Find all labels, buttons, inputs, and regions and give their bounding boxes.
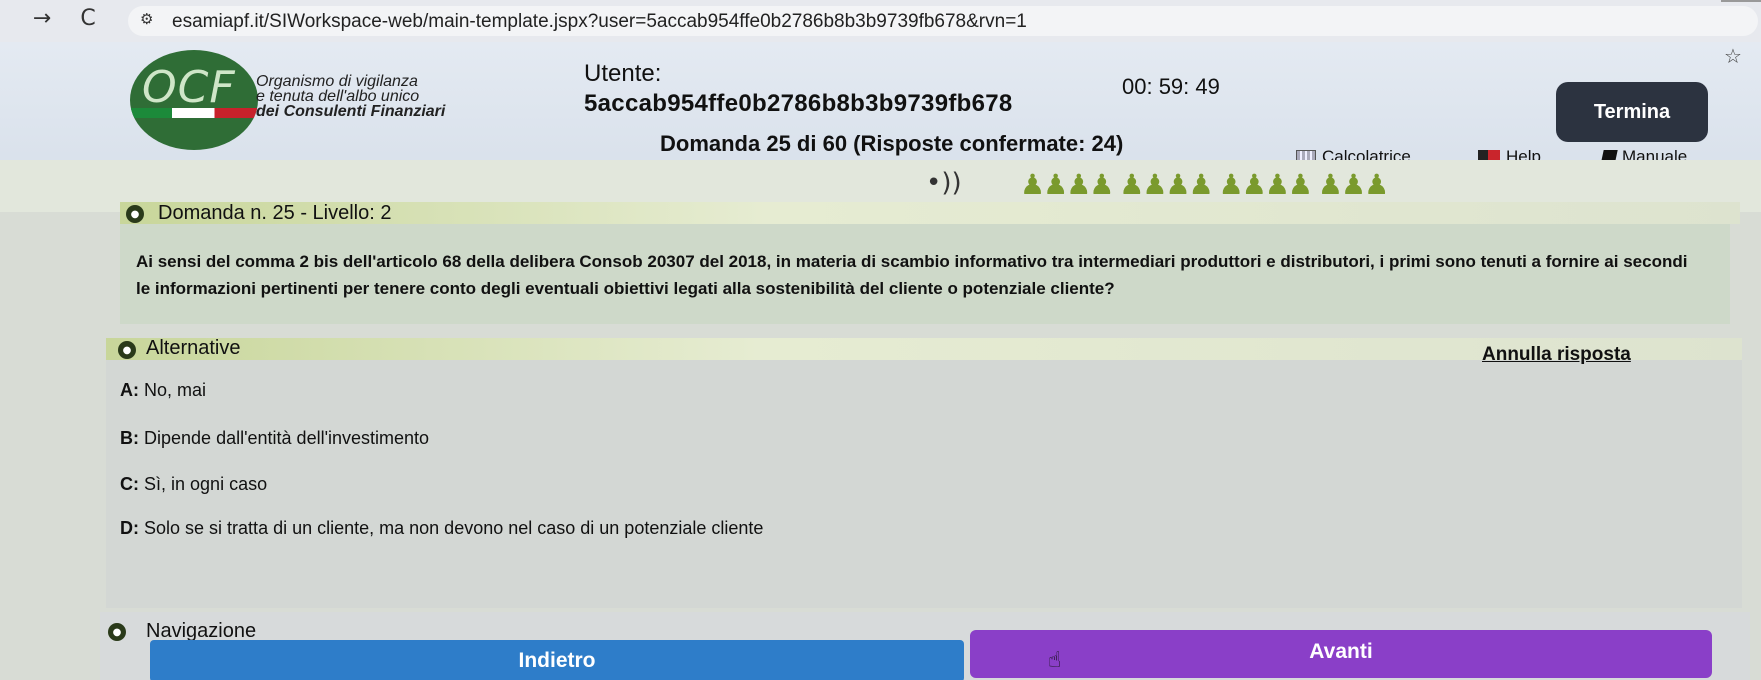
bookmark-star-icon[interactable]: ☆ <box>1724 44 1742 68</box>
people-silhouettes-graphic: ♟♟♟♟ ♟♟♟♟ ♟♟♟♟ ♟♟♟ <box>1020 168 1389 201</box>
answer-option-a[interactable]: A: No, mai <box>120 380 206 401</box>
site-info-icon[interactable]: ⚙ <box>140 10 162 32</box>
window-control-line <box>1721 0 1761 2</box>
section-bullet-icon: ● <box>108 623 126 641</box>
option-letter: A: <box>120 380 139 400</box>
answer-option-c[interactable]: C: Sì, in ogni caso <box>120 474 267 495</box>
countdown-timer: 00: 59: 49 <box>1122 74 1220 99</box>
forward-arrow-icon[interactable]: → <box>28 4 56 32</box>
answer-option-b[interactable]: B: Dipende dall'entità dell'investimento <box>120 428 429 449</box>
option-letter: B: <box>120 428 139 448</box>
hand-cursor-icon: ☝ <box>1048 648 1062 673</box>
termina-button[interactable]: Termina <box>1556 82 1708 142</box>
user-id: 5accab954ffe0b2786b8b3b9739fb678 <box>584 90 1013 117</box>
org-name-line-3: dei Consulenti Finanziari <box>256 103 446 120</box>
answer-option-d[interactable]: D: Solo se si tratta di un cliente, ma n… <box>120 518 763 539</box>
option-text: Dipende dall'entità dell'investimento <box>144 428 430 448</box>
user-label: Utente: <box>584 60 662 87</box>
question-counter: Domanda 25 di 60 (Risposte confermate: 2… <box>660 131 1124 156</box>
back-button[interactable]: Indietro <box>150 640 964 680</box>
section-bullet-icon: ● <box>118 341 136 359</box>
option-letter: C: <box>120 474 139 494</box>
next-button[interactable]: Avanti <box>970 630 1712 678</box>
signal-waves-icon: •)) <box>926 168 962 198</box>
option-text: Sì, in ogni caso <box>144 474 268 494</box>
option-text: No, mai <box>144 380 207 400</box>
section-bullet-icon: ● <box>126 205 144 223</box>
alternatives-panel <box>106 344 1742 608</box>
logo-text: OCF <box>142 62 236 113</box>
reload-icon[interactable]: C <box>74 4 102 32</box>
cancel-answer-link[interactable]: Annulla risposta <box>1482 344 1631 366</box>
question-section-title: Domanda n. 25 - Livello: 2 <box>158 202 392 224</box>
option-letter: D: <box>120 518 139 538</box>
alternatives-section-title: Alternative <box>146 337 241 359</box>
url-text[interactable]: esamiapf.it/SIWorkspace-web/main-templat… <box>172 11 1027 33</box>
option-text: Solo se si tratta di un cliente, ma non … <box>144 518 764 538</box>
question-text: Ai sensi del comma 2 bis dell'articolo 6… <box>136 252 1688 298</box>
